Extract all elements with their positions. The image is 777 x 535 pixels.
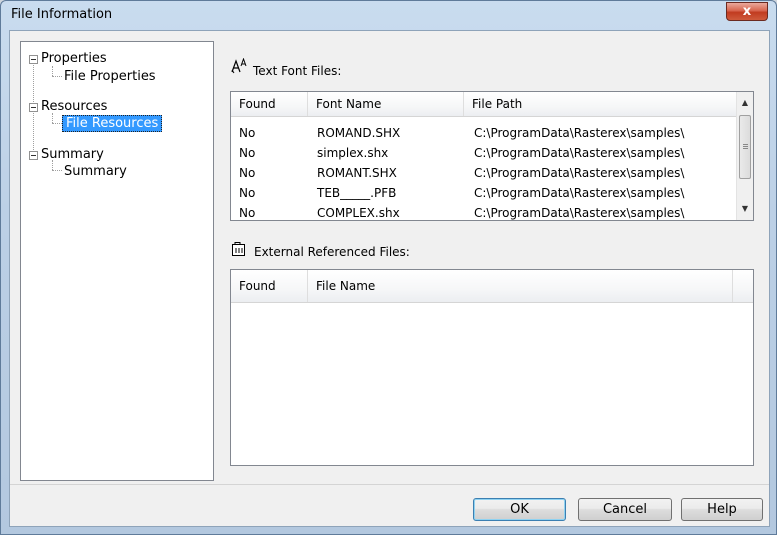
file-information-window: File Information x Properties File Prope…	[0, 0, 777, 535]
cell-font-name: COMPLEX.shx	[317, 206, 400, 220]
scroll-down-icon[interactable]: ▼	[737, 200, 753, 217]
tree-item-label: Summary	[41, 147, 104, 162]
collapse-resources-icon[interactable]	[29, 103, 38, 112]
cell-found: No	[239, 126, 256, 140]
column-header-found[interactable]: Found	[231, 270, 308, 302]
cell-file-path: C:\ProgramData\Rasterex\samples\	[474, 146, 685, 160]
dialog-client-area: Properties File Properties Resources Fil…	[9, 30, 770, 527]
column-header-found[interactable]: Found	[231, 92, 308, 116]
help-button[interactable]: Help	[681, 498, 763, 521]
cell-font-name: simplex.shx	[317, 146, 389, 160]
tree-item-properties[interactable]: Properties	[41, 50, 107, 68]
tree-item-summary[interactable]: Summary	[41, 146, 104, 164]
cell-found: No	[239, 186, 256, 200]
cell-font-name: ROMANT.SHX	[317, 166, 397, 180]
tree-item-label: Summary	[64, 164, 127, 179]
external-referenced-files-list[interactable]: Found File Name	[230, 269, 754, 466]
vertical-scrollbar[interactable]: ▲ ▼	[736, 92, 753, 220]
ok-button[interactable]: OK	[473, 498, 566, 521]
column-header-file-path[interactable]: File Path	[464, 92, 737, 116]
cell-font-name: TEB_____.PFB	[317, 186, 397, 200]
font-icon	[230, 57, 248, 78]
external-reference-icon	[231, 241, 247, 261]
tree-item-summary-child[interactable]: Summary	[64, 163, 127, 181]
cell-found: No	[239, 166, 256, 180]
title-bar[interactable]: File Information x	[1, 1, 776, 29]
cell-file-path: C:\ProgramData\Rasterex\samples\	[474, 206, 685, 220]
external-referenced-files-label: External Referenced Files:	[254, 245, 410, 259]
column-header-file-name[interactable]: File Name	[308, 270, 733, 302]
cell-font-name: ROMAND.SHX	[317, 126, 401, 140]
tree-item-label: Resources	[41, 99, 108, 114]
button-bar: OK Cancel Help	[10, 484, 769, 527]
cell-found: No	[239, 146, 256, 160]
cell-file-path: C:\ProgramData\Rasterex\samples\	[474, 166, 685, 180]
list-header: Found File Name	[231, 270, 753, 303]
cell-file-path: C:\ProgramData\Rasterex\samples\	[474, 186, 685, 200]
tree-item-file-resources[interactable]: File Resources	[62, 115, 163, 133]
tree-item-resources[interactable]: Resources	[41, 98, 107, 116]
text-font-files-label: Text Font Files:	[253, 64, 342, 78]
cell-found: No	[239, 206, 256, 220]
navigation-tree[interactable]: Properties File Properties Resources Fil…	[20, 41, 214, 481]
close-button[interactable]: x	[726, 2, 768, 21]
cell-file-path: C:\ProgramData\Rasterex\samples\	[474, 126, 685, 140]
text-font-files-list[interactable]: Found Font Name File Path No ROMAND.SHX …	[230, 91, 754, 221]
tree-item-label-selected: File Resources	[62, 115, 163, 132]
list-header: Found Font Name File Path	[231, 92, 753, 117]
scrollbar-thumb[interactable]	[739, 115, 751, 179]
scroll-up-icon[interactable]: ▲	[737, 94, 753, 111]
close-icon: x	[742, 4, 752, 19]
tree-item-file-properties[interactable]: File Properties	[64, 68, 156, 86]
tree-item-label: Properties	[41, 51, 107, 66]
collapse-summary-icon[interactable]	[29, 151, 38, 160]
tree-item-label: File Properties	[64, 69, 156, 84]
cancel-button[interactable]: Cancel	[578, 498, 672, 521]
column-header-font-name[interactable]: Font Name	[308, 92, 464, 116]
resources-panel: Text Font Files: Found Font Name File Pa…	[222, 41, 763, 481]
window-title: File Information	[11, 7, 113, 22]
collapse-properties-icon[interactable]	[29, 55, 38, 64]
